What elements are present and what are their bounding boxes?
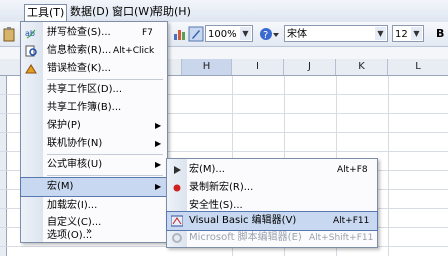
font-value: 宋体 [287, 29, 307, 40]
menu-item-vb-editor[interactable]: Visual Basic 编辑器(V) Alt+F11 [166, 211, 378, 231]
menu-item-record-macro[interactable]: 录制新宏(R)... [167, 179, 377, 197]
research-icon [25, 45, 37, 57]
macro-submenu: 宏(M)... Alt+F8 录制新宏(R)... 安全性(S)... Visu… [166, 158, 378, 248]
menu-separator [47, 79, 163, 80]
submenu-arrow-icon: ▶ [155, 182, 162, 191]
column-header-k[interactable]: K [336, 59, 388, 75]
menu-data[interactable]: 数据(D) [68, 4, 111, 20]
menu-item-shortcut: F7 [142, 28, 153, 38]
menu-item-label: 错误检查(K)... [47, 63, 111, 74]
menu-item-research[interactable]: 信息检索(R)... Alt+Click [21, 42, 167, 60]
menu-item-label: 录制新宏(R)... [189, 182, 254, 193]
menu-item-shared-workspace[interactable]: 共享工作区(D)... [21, 81, 167, 99]
menu-item-protection[interactable]: 保护(P) ▶ [21, 117, 167, 135]
chevron-down-icon[interactable]: ▼ [411, 27, 422, 40]
menu-window[interactable]: 窗口(W) [110, 4, 155, 20]
menu-item-label: 信息检索(R)... [47, 45, 112, 56]
menu-item-formula-auditing[interactable]: 公式审核(U) ▶ [21, 156, 167, 174]
zoom-combo[interactable]: 100% ▼ [205, 25, 253, 42]
spell-check-icon: ab [25, 27, 37, 39]
menu-item-label: 共享工作区(D)... [47, 84, 123, 95]
menu-item-shortcut: Alt+Shift+F11 [309, 233, 374, 243]
submenu-arrow-icon: ▶ [155, 121, 162, 130]
menu-item-label: 公式审核(U) [47, 159, 103, 170]
error-check-icon [25, 63, 37, 75]
play-icon [171, 164, 183, 176]
chevron-down-icon[interactable]: ▼ [375, 27, 386, 40]
column-header-j[interactable]: J [284, 59, 336, 75]
menu-item-label: 联机协作(N) [47, 138, 103, 149]
menu-item-label: Visual Basic 编辑器(V) [189, 215, 297, 226]
toolbar-options-icon[interactable] [272, 26, 280, 42]
vb-editor-icon [170, 215, 184, 227]
menu-bar: 工具(T) 数据(D) 窗口(W) 帮助(H) [0, 0, 448, 23]
menu-item-label: 宏(M) [47, 181, 74, 192]
menu-item-label: Microsoft 脚本编辑器(E) [189, 232, 302, 243]
column-header-l[interactable]: L [388, 59, 448, 75]
menu-item-options[interactable]: 选项(O)... [21, 230, 167, 242]
menu-item-share-workbook[interactable]: 共享工作簿(B)... [21, 99, 167, 117]
menu-item-macro[interactable]: 宏(M) ▶ [20, 177, 168, 197]
svg-text:ab: ab [25, 29, 35, 38]
menu-item-online-collaboration[interactable]: 联机协作(N) ▶ [21, 135, 167, 153]
chart-icon[interactable] [172, 26, 188, 42]
menu-item-error-check[interactable]: 错误检查(K)... [21, 60, 167, 78]
font-size-combo[interactable]: 12 ▼ [392, 25, 424, 42]
menu-item-label: 宏(M)... [189, 164, 225, 175]
menu-item-label: 加载宏(I)... [47, 200, 98, 211]
menu-item-shortcut: Alt+F8 [337, 165, 368, 175]
grid-line [388, 76, 389, 256]
menu-item-label: 保护(P) [47, 120, 81, 131]
record-icon [171, 182, 183, 194]
menu-item-add-ins[interactable]: 加载宏(I)... [21, 197, 167, 215]
column-header-i[interactable]: I [232, 59, 284, 75]
script-editor-icon [171, 232, 183, 244]
zoom-value: 100% [208, 29, 237, 40]
tools-menu: ab 拼写检查(S)... F7 信息检索(R)... Alt+Click 错误… [20, 21, 168, 243]
menu-tools[interactable]: 工具(T) [24, 4, 68, 22]
bold-button[interactable]: B [436, 26, 444, 42]
svg-text:?: ? [263, 30, 268, 41]
font-combo[interactable]: 宋体 ▼ [284, 25, 388, 42]
menu-item-label: 共享工作簿(B)... [47, 102, 122, 113]
menu-item-spell-check[interactable]: ab 拼写检查(S)... F7 [21, 24, 167, 42]
drawing-icon[interactable] [188, 26, 204, 42]
menu-item-script-editor[interactable]: Microsoft 脚本编辑器(E) Alt+Shift+F11 [167, 229, 377, 247]
menu-item-shortcut: Alt+Click [113, 46, 155, 56]
menu-separator [47, 154, 163, 155]
menu-item-shortcut: Alt+F11 [333, 216, 370, 226]
column-header-h[interactable]: H [182, 59, 232, 75]
expand-menu-icon[interactable]: » [86, 226, 92, 237]
menu-help[interactable]: 帮助(H) [150, 4, 193, 20]
submenu-arrow-icon: ▶ [155, 139, 162, 148]
chevron-down-icon[interactable]: ▼ [240, 27, 251, 40]
menu-item-macros[interactable]: 宏(M)... Alt+F8 [167, 161, 377, 179]
menu-separator [47, 175, 163, 176]
menu-item-label: 拼写检查(S)... [47, 27, 111, 38]
paste-icon[interactable] [2, 26, 18, 42]
submenu-arrow-icon: ▶ [155, 160, 162, 169]
font-size-value: 12 [395, 29, 408, 40]
